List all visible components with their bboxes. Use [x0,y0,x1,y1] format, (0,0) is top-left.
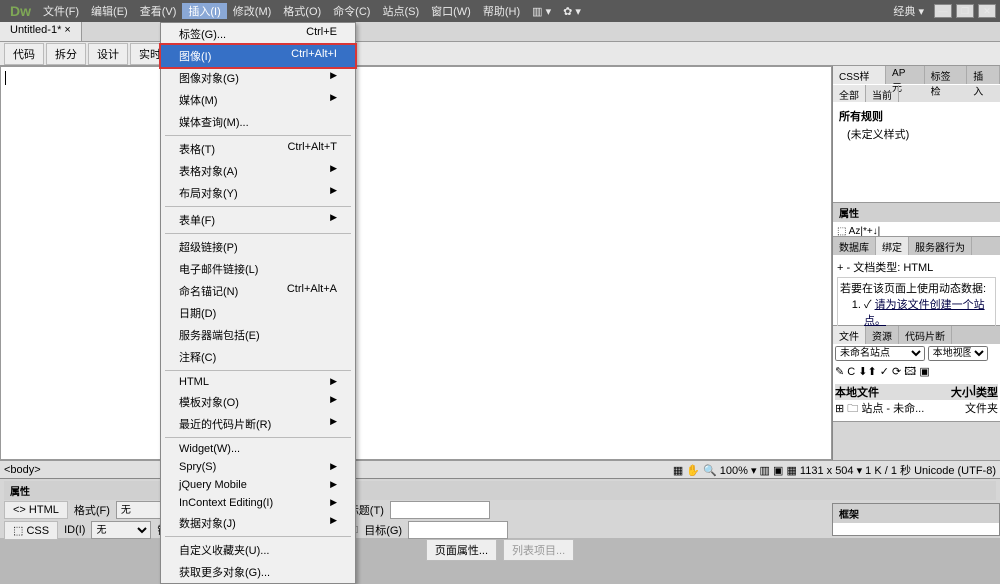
tab-tag[interactable]: 标签检 [925,66,968,84]
site-select[interactable]: 未命名站点 [835,346,925,361]
title-input2[interactable] [390,501,490,519]
extend-icon[interactable]: ✿ ▾ [557,5,587,18]
menu-window[interactable]: 窗口(W) [425,3,477,19]
menu-item[interactable]: InContext Editing(I)▶ [161,494,355,512]
tab-bindings[interactable]: 绑定 [876,237,909,255]
menu-insert[interactable]: 插入(I) [182,3,226,19]
id-label: ID(I) [64,524,85,536]
menu-commands[interactable]: 命令(C) [327,3,376,19]
menu-item[interactable]: 媒体(M)▶ [161,89,355,111]
document-tabs: Untitled-1* × [0,22,1000,42]
close-tab-icon[interactable]: × [64,24,70,36]
file-row-type: 文件夹 [965,400,998,419]
frames-panel: 框架 [832,503,1000,536]
menu-item[interactable]: 日期(D) [161,302,355,324]
css-current-button[interactable]: 当前 [866,85,899,102]
col-size: 大小 [951,384,973,400]
menu-view[interactable]: 查看(V) [134,3,183,19]
menu-edit[interactable]: 编辑(E) [85,3,134,19]
step1-link[interactable]: 请为该文件创建一个站点。 [864,299,985,327]
menu-item[interactable]: 命名锚记(N)Ctrl+Alt+A [161,280,355,302]
document-tab[interactable]: Untitled-1* × [0,22,82,41]
close-button[interactable]: ✕ [978,4,996,18]
frames-title: 框架 [833,504,999,523]
tab-ap[interactable]: AP 元 [886,66,925,84]
file-toolbar[interactable]: ✎ C ⬇⬆ ✓ ⟳ 🖾 ▣ [835,363,998,382]
menu-item[interactable]: 表格(T)Ctrl+Alt+T [161,138,355,160]
menu-item[interactable]: 表格对象(A)▶ [161,160,355,182]
props-icons[interactable]: ⬚ Aᴢ|*+↓| [837,226,880,237]
design-editor[interactable] [0,66,832,460]
doctype-label: + - 文档类型: HTML [837,259,996,275]
tag-selector[interactable]: <body> [4,464,41,476]
menu-help[interactable]: 帮助(H) [477,3,526,19]
menu-item[interactable]: HTML▶ [161,373,355,391]
split-view-button[interactable]: 拆分 [46,43,86,65]
file-row[interactable]: ⊞ 🗀 站点 - 未命... [835,400,965,419]
properties-header: 属性 [833,203,1000,222]
css-no-styles-label: (未定义样式) [837,126,996,142]
menu-item[interactable]: 媒体查询(M)... [161,111,355,133]
col-localfiles: 本地文件 [835,384,951,400]
layout-icon[interactable]: ▥ ▾ [526,5,557,18]
document-tab-label: Untitled-1* [10,24,61,36]
menu-item[interactable]: jQuery Mobile▶ [161,476,355,494]
format-label: 格式(F) [74,502,110,518]
menubar: Dw 文件(F) 编辑(E) 查看(V) 插入(I) 修改(M) 格式(O) 命… [0,0,1000,22]
menu-file[interactable]: 文件(F) [37,3,85,19]
menu-item[interactable]: 超级链接(P) [161,236,355,258]
dynamic-data-tip: 若要在该页面上使用动态数据: [840,280,993,296]
id-select[interactable]: 无 [91,521,151,539]
menu-item[interactable]: 服务器端包括(E) [161,324,355,346]
col-type: 类型 [976,384,998,400]
tab-css-styles[interactable]: CSS样式 [833,66,886,84]
status-tools[interactable]: ▦ ✋ 🔍 100% ▾ ▥ ▣ ▦ [673,465,797,477]
design-view-button[interactable]: 设计 [88,43,128,65]
document-toolbar: 代码 拆分 设计 实时视图 标题: [0,42,1000,66]
menu-item[interactable]: 获取更多对象(G)... [161,561,355,583]
tab-server-behaviors[interactable]: 服务器行为 [909,237,972,255]
tab-assets[interactable]: 资源 [866,326,899,344]
menu-item[interactable]: 最近的代码片断(R)▶ [161,413,355,435]
page-properties-button[interactable]: 页面属性... [426,539,497,561]
menu-item[interactable]: 自定义收藏夹(U)... [161,539,355,561]
props-html-button[interactable]: <> HTML [4,501,68,519]
status-bar: <body> ▦ ✋ 🔍 100% ▾ ▥ ▣ ▦ 1131 x 504 ▾ 1… [0,460,1000,478]
css-all-button[interactable]: 全部 [833,85,866,102]
view-select[interactable]: 本地视图 [928,346,988,361]
menu-item[interactable]: 图像(I)Ctrl+Alt+I [159,43,357,69]
minimize-button[interactable]: — [934,4,952,18]
menu-modify[interactable]: 修改(M) [227,3,278,19]
menu-item[interactable]: 注释(C) [161,346,355,368]
tab-database[interactable]: 数据库 [833,237,876,255]
menu-item[interactable]: 标签(G)...Ctrl+E [161,23,355,45]
insert-menu-dropdown: 标签(G)...Ctrl+E图像(I)Ctrl+Alt+I图像对象(G)▶媒体(… [160,22,356,584]
tab-files[interactable]: 文件 [833,326,866,344]
menu-item[interactable]: 图像对象(G)▶ [161,67,355,89]
menu-item[interactable]: 布局对象(Y)▶ [161,182,355,204]
tab-snippets[interactable]: 代码片断 [899,326,952,344]
props-title: 属性 [4,481,996,500]
text-cursor [5,71,827,85]
props-css-button[interactable]: ⬚ CSS [4,521,58,540]
menu-item[interactable]: Spry(S)▶ [161,458,355,476]
app-logo: Dw [4,3,37,19]
workspace-switcher[interactable]: 经典 ▾ [887,3,930,19]
css-all-rules-label: 所有规则 [837,106,996,126]
restore-button[interactable]: ❐ [956,4,974,18]
list-item-button: 列表项目... [503,539,574,561]
menu-item[interactable]: Widget(W)... [161,440,355,458]
menu-site[interactable]: 站点(S) [376,3,425,19]
code-view-button[interactable]: 代码 [4,43,44,65]
tab-insert[interactable]: 插入 [967,66,1000,84]
menu-item[interactable]: 表单(F)▶ [161,209,355,231]
right-panel-group: CSS样式 AP 元 标签检 插入 全部 当前 所有规则 (未定义样式) 属性 … [832,66,1000,460]
target-input[interactable] [408,521,508,539]
status-info: 1131 x 504 ▾ 1 K / 1 秒 Unicode (UTF-8) [800,465,996,477]
menu-item[interactable]: 电子邮件链接(L) [161,258,355,280]
menu-item[interactable]: 数据对象(J)▶ [161,512,355,534]
menu-item[interactable]: 模板对象(O)▶ [161,391,355,413]
menu-format[interactable]: 格式(O) [277,3,327,19]
